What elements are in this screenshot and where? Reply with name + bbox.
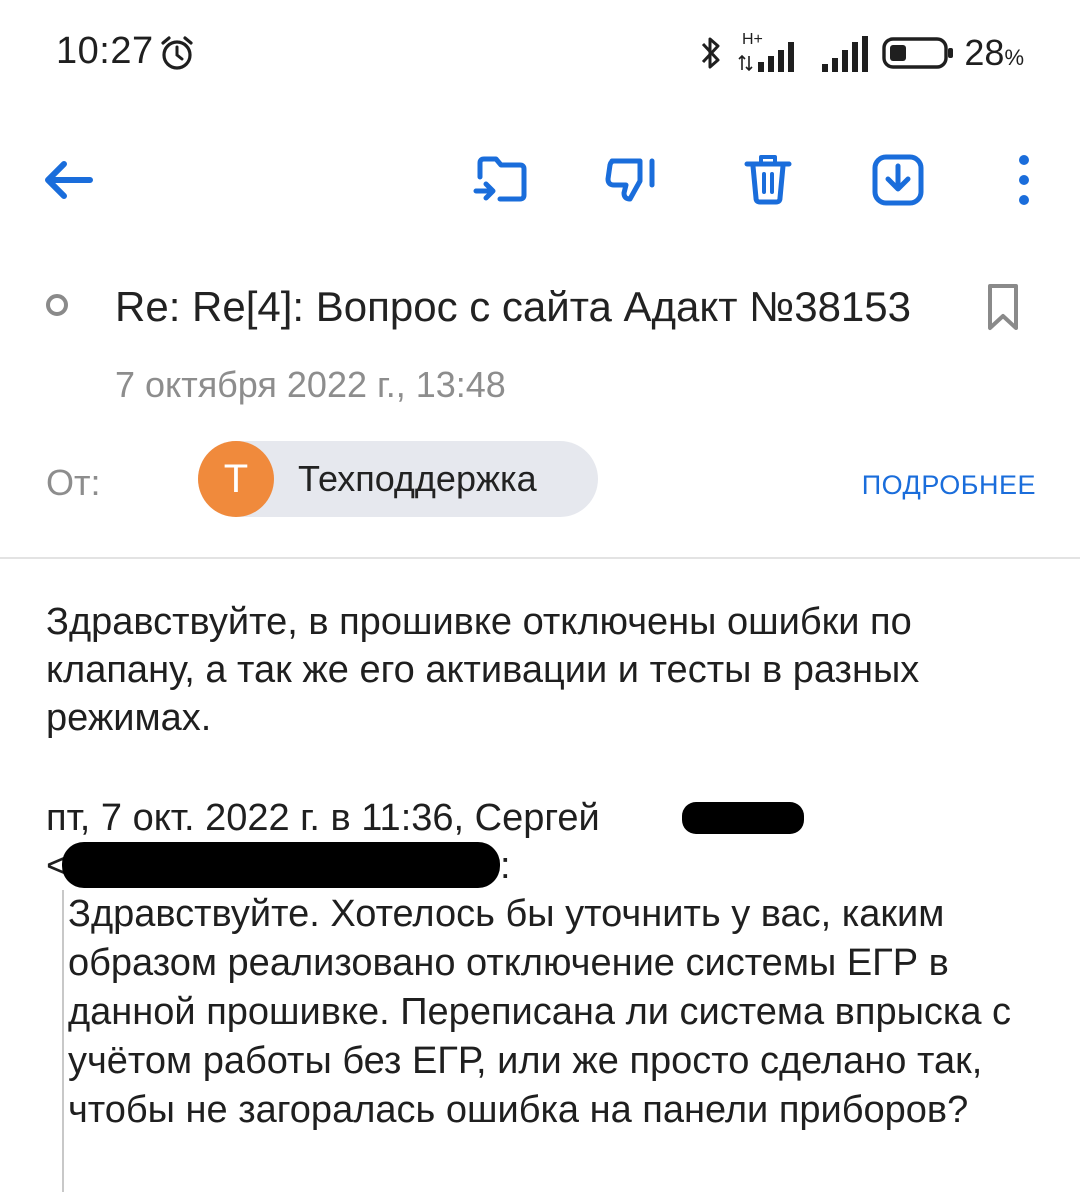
quote-header: пт, 7 окт. 2022 г. в 11:36, Сергей xyxy=(46,797,600,839)
redacted-surname xyxy=(682,802,804,834)
battery-value: 28 xyxy=(964,32,1005,73)
status-time: 10:27 xyxy=(56,30,154,72)
back-button[interactable] xyxy=(38,150,98,210)
from-label: От: xyxy=(46,462,101,503)
unread-indicator-icon[interactable] xyxy=(46,294,68,316)
spam-button[interactable] xyxy=(602,150,662,210)
delete-button[interactable] xyxy=(738,150,798,210)
message-body: Здравствуйте, в прошивке отключены ошибк… xyxy=(46,601,920,739)
toolbar xyxy=(0,140,1080,220)
thumbs-down-icon xyxy=(605,158,655,202)
move-to-folder-icon xyxy=(473,156,527,202)
message-date: 7 октября 2022 г., 13:48 xyxy=(115,364,506,405)
sender-chip[interactable]: Т Техподдержка xyxy=(198,441,598,517)
sender-avatar: Т xyxy=(198,441,274,517)
bookmark-icon[interactable] xyxy=(985,282,1021,332)
details-link[interactable]: ПОДРОБНЕЕ xyxy=(862,470,1036,501)
arrow-left-icon xyxy=(45,161,93,199)
trash-icon xyxy=(744,155,792,205)
mobile-signal-icon: H+ xyxy=(738,31,795,72)
download-box-icon xyxy=(872,154,924,206)
battery-percent: 28% xyxy=(964,32,1024,74)
status-icons: H+ 28% xyxy=(698,30,1024,76)
network-type: H+ xyxy=(742,31,763,48)
move-button[interactable] xyxy=(470,150,530,210)
more-button[interactable] xyxy=(994,150,1054,210)
redacted-email xyxy=(62,842,500,888)
quote-header-colon: : xyxy=(500,845,511,887)
header-divider xyxy=(0,557,1080,559)
battery-icon xyxy=(882,37,954,69)
alarm-clock-icon xyxy=(161,36,193,70)
message-subject: Re: Re[4]: Вопрос с сайта Адакт №38153 xyxy=(115,283,912,330)
more-vertical-icon xyxy=(1019,155,1029,205)
battery-unit: % xyxy=(1004,45,1024,70)
status-bar: 10:27 H+ 28% xyxy=(0,0,1080,100)
bluetooth-icon xyxy=(702,37,720,69)
archive-button[interactable] xyxy=(868,150,928,210)
mobile-signal-2-icon xyxy=(822,36,869,72)
quoted-message: Здравствуйте. Хотелось бы уточнить у вас… xyxy=(62,890,1068,1192)
sender-name: Техподдержка xyxy=(298,458,537,499)
